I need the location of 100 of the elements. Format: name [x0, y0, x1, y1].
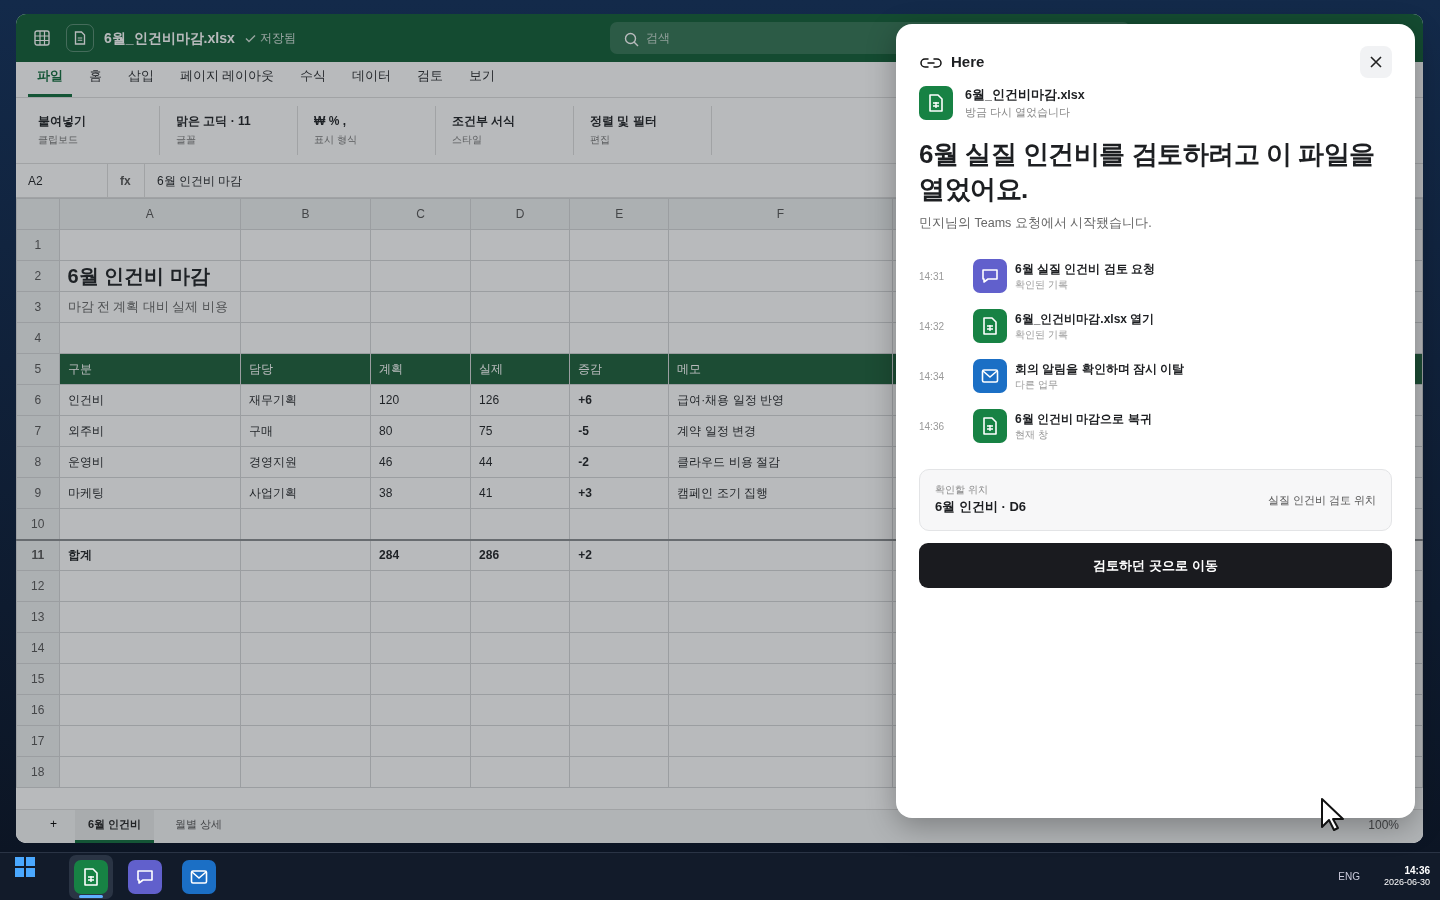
language-indicator[interactable]: ENG	[1338, 869, 1360, 884]
header-cell: 증감	[569, 353, 669, 385]
table-cell: 38	[370, 477, 471, 509]
timeline-title: 회의 알림을 확인하며 잠시 이탈	[1015, 360, 1186, 378]
row-number[interactable]: 1	[16, 229, 59, 261]
ribbon-tab[interactable]: 데이터	[343, 67, 401, 97]
timeline-note: 확인된 기록	[1015, 327, 1069, 342]
sheet-app-icon	[74, 859, 108, 894]
ribbon-tab[interactable]: 삽입	[119, 67, 163, 97]
file-name: 6월_인건비마감.xlsx	[965, 87, 1085, 104]
total-cell: 합계	[59, 539, 241, 571]
row-number[interactable]: 15	[16, 663, 59, 695]
table-cell: 계약 일정 변경	[668, 415, 893, 447]
timeline-title: 6월 실질 인건비 검토 요청	[1015, 260, 1156, 278]
function-label: fx	[108, 164, 145, 197]
row-number[interactable]: 6	[16, 384, 59, 416]
header-cell: 구분	[59, 353, 241, 385]
table-cell: 사업기획	[240, 477, 371, 509]
add-sheet-button[interactable]: +	[40, 815, 67, 843]
timeline-note: 다른 업무	[1015, 377, 1059, 392]
ribbon-tab[interactable]: 검토	[408, 67, 453, 97]
table-cell: 120	[370, 384, 471, 416]
ribbon-tab[interactable]: 파일	[28, 67, 72, 97]
column-header[interactable]: A	[59, 198, 241, 230]
row-number[interactable]: 7	[16, 415, 59, 447]
sheet-tab[interactable]: 6월 인건비	[75, 809, 155, 843]
start-icon[interactable]	[15, 857, 35, 877]
file-name: 6월_인건비마감.xlsx	[104, 28, 235, 48]
taskbar-app[interactable]	[69, 854, 113, 899]
cell-reference[interactable]: A2	[16, 164, 108, 197]
chat-app-icon	[973, 259, 1007, 293]
ribbon-command[interactable]: 붙여넣기	[38, 112, 143, 130]
table-cell: 운영비	[59, 446, 241, 478]
timeline-time: 14:36	[919, 419, 946, 434]
total-cell: 284	[370, 539, 471, 571]
ribbon-command[interactable]: ₩ % ,	[314, 112, 419, 130]
row-number[interactable]: 18	[16, 756, 59, 788]
row-number[interactable]: 3	[16, 291, 59, 323]
header-cell: 계획	[370, 353, 471, 385]
table-cell: 외주비	[59, 415, 241, 447]
timeline-time: 14:34	[919, 369, 946, 384]
zoom-level: 100%	[1368, 817, 1399, 834]
row-number[interactable]: 16	[16, 694, 59, 726]
spreadsheet-file-icon	[919, 86, 953, 121]
sheet-app-icon	[973, 309, 1007, 343]
row-number[interactable]: 5	[16, 353, 59, 385]
location-value: 6월 인건비 · D6	[935, 498, 1026, 517]
column-header[interactable]: D	[470, 198, 570, 230]
row-number[interactable]: 17	[16, 725, 59, 757]
sheet-title: 6월 인건비 마감	[59, 260, 241, 292]
row-number[interactable]: 8	[16, 446, 59, 478]
sheet-tab[interactable]: 월별 상세	[162, 809, 236, 843]
formula-value[interactable]: 6월 인건비 마감	[145, 164, 255, 197]
sheet-app-icon	[973, 409, 1007, 443]
row-number[interactable]: 11	[16, 539, 59, 571]
timeline-note: 현재 창	[1015, 427, 1049, 442]
mail-app-icon	[973, 359, 1007, 393]
ribbon-tab[interactable]: 페이지 레이아웃	[171, 67, 284, 97]
close-button[interactable]	[1360, 46, 1392, 78]
group-caption: 편집	[590, 134, 610, 145]
header-cell: 담당	[240, 353, 371, 385]
ribbon-command[interactable]: 조건부 서식	[452, 112, 557, 130]
group-caption: 클립보드	[38, 134, 78, 145]
ribbon-command[interactable]: 정렬 및 필터	[590, 112, 695, 130]
timeline-note: 확인된 기록	[1015, 277, 1069, 292]
row-number[interactable]: 13	[16, 601, 59, 633]
close-icon	[1369, 55, 1383, 69]
table-cell: -2	[569, 446, 669, 478]
ribbon-tab[interactable]: 보기	[460, 67, 505, 97]
column-header[interactable]: C	[370, 198, 471, 230]
ribbon-command[interactable]: 맑은 고딕 · 11	[176, 112, 281, 130]
chat-app-icon	[128, 859, 162, 894]
column-header[interactable]: E	[569, 198, 669, 230]
ribbon-tab[interactable]: 홈	[80, 67, 111, 97]
total-cell: 286	[470, 539, 570, 571]
row-number[interactable]: 2	[16, 260, 59, 292]
row-number[interactable]: 4	[16, 322, 59, 354]
file-icon	[66, 24, 94, 52]
column-header[interactable]: B	[240, 198, 371, 230]
header-cell: 메모	[668, 353, 893, 385]
column-header[interactable]: F	[668, 198, 893, 230]
table-cell: 126	[470, 384, 570, 416]
table-cell: 75	[470, 415, 570, 447]
clock-time: 14:36	[1403, 865, 1430, 878]
table-cell: 46	[370, 446, 471, 478]
panel-subtext: 민지님의 Teams 요청에서 시작됐습니다.	[919, 215, 1153, 233]
table-cell: 41	[470, 477, 570, 509]
row-number[interactable]: 10	[16, 508, 59, 540]
table-cell: 인건비	[59, 384, 241, 416]
table-cell: 80	[370, 415, 471, 447]
row-number[interactable]: 9	[16, 477, 59, 509]
go-to-location-button[interactable]: 검토하던 곳으로 이동	[919, 542, 1392, 588]
total-cell: +2	[569, 539, 669, 571]
table-cell: +3	[569, 477, 669, 509]
panel-heading: 6월 실질 인건비를 검토하려고 이 파일을 열었어요.	[919, 137, 1376, 207]
table-cell: 마케팅	[59, 477, 241, 509]
ribbon-tab[interactable]: 수식	[291, 67, 336, 97]
row-number[interactable]: 14	[16, 632, 59, 664]
row-number[interactable]: 12	[16, 570, 59, 602]
table-cell: 클라우드 비용 절감	[668, 446, 893, 478]
